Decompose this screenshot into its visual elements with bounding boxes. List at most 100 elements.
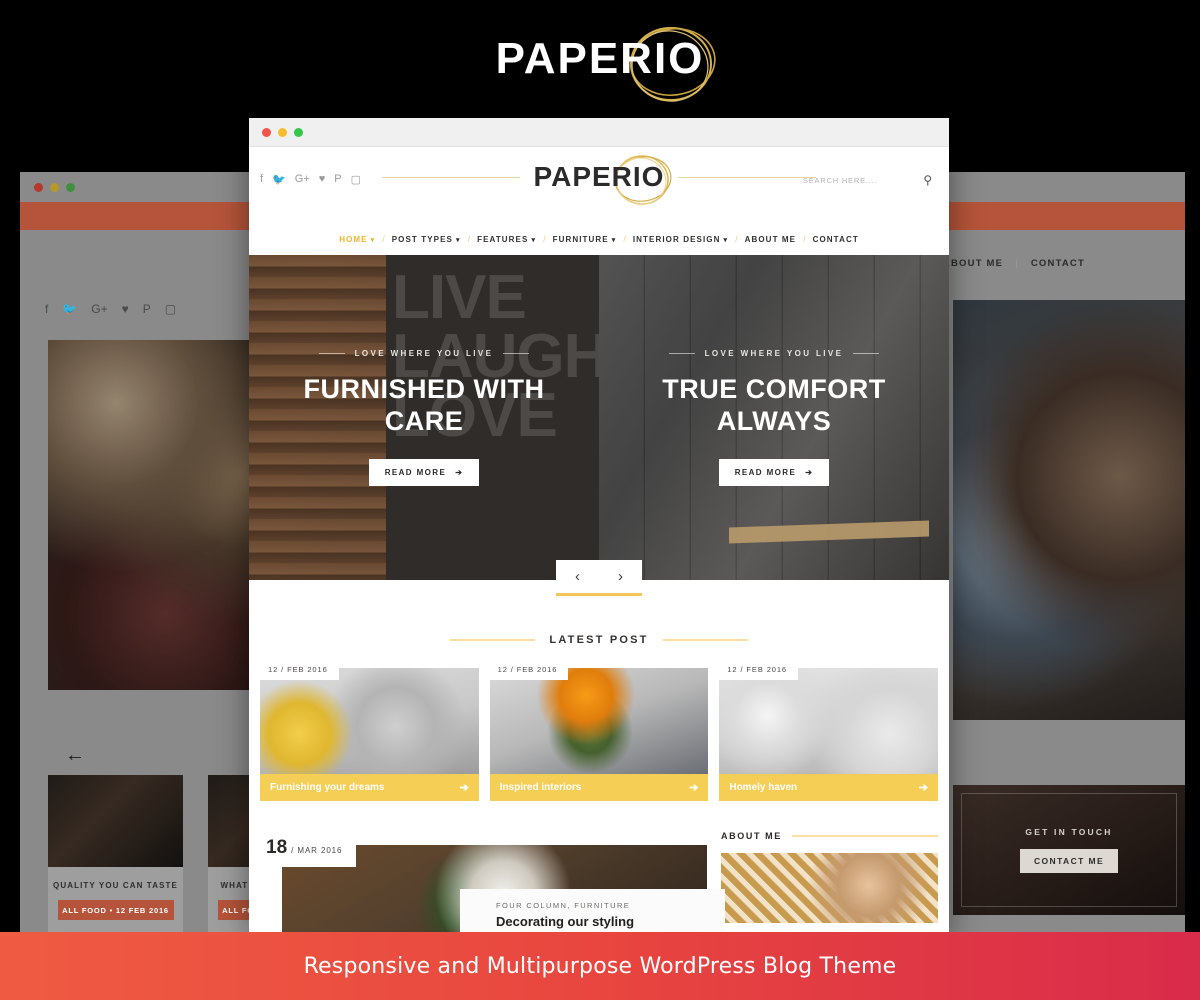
back-maximize-button[interactable] — [66, 182, 75, 192]
slide-title: FURNISHED WITH CARE — [303, 373, 545, 436]
back-minimize-button[interactable] — [50, 182, 59, 192]
post-card[interactable]: 12 / FEB 2016 Homely haven ➔ — [719, 659, 939, 801]
back-nav-right-group: | ABOUT ME | CONTACT — [927, 258, 1085, 269]
blog-post-date: 18 / MAR 2016 — [260, 831, 357, 867]
slide-content: LOVE WHERE YOU LIVE TRUE COMFORT ALWAYS … — [599, 255, 949, 580]
nav-label: HOME — [339, 234, 368, 244]
post-title: Inspired interiors — [499, 782, 582, 793]
nav-item-contact[interactable]: CONTACT — [806, 235, 866, 244]
back-nav-item-contact[interactable]: CONTACT — [1031, 258, 1085, 269]
slider-next-button[interactable]: › — [599, 560, 642, 596]
arrow-right-icon: ➔ — [689, 782, 699, 794]
slide-true-comfort-always[interactable]: LOVE WHERE YOU LIVE TRUE COMFORT ALWAYS … — [599, 255, 949, 580]
nav-item-post-types[interactable]: POST TYPES ▾ — [385, 235, 468, 244]
post-thumbnail — [260, 668, 479, 774]
post-title: Homely haven — [729, 782, 798, 793]
arrow-right-icon: ➔ — [459, 782, 469, 794]
pinterest-icon[interactable]: P — [143, 302, 151, 316]
slide-furnished-with-care[interactable]: LOVE WHERE YOU LIVE FURNISHED WITH CARE … — [249, 255, 599, 580]
minimize-button[interactable] — [278, 127, 287, 137]
heading-rule-left — [450, 639, 536, 641]
contact-me-button[interactable]: CONTACT ME — [1019, 849, 1119, 873]
search-box[interactable]: SEARCH HERE.... ⚲ — [803, 173, 933, 187]
post-card[interactable]: 12 / FEB 2016 Furnishing your dreams ➔ — [260, 659, 479, 801]
blog-post-title[interactable]: Decorating our styling — [496, 914, 725, 929]
nav-label: POST TYPES — [391, 234, 453, 244]
arrow-right-icon: ➔ — [805, 468, 814, 478]
hero-logo: PAPERIO — [495, 27, 717, 102]
chevron-down-icon: ▾ — [611, 236, 617, 244]
slide-eyebrow: LOVE WHERE YOU LIVE — [318, 348, 530, 358]
read-more-button[interactable]: READ MORE ➔ — [718, 459, 830, 487]
back-nav-item-about-me[interactable]: ABOUT ME — [943, 258, 1003, 269]
blog-post-day: 18 — [266, 837, 288, 858]
hero-logo-band: PAPERIO — [0, 0, 1200, 118]
slider-navigation: ‹ › — [556, 560, 642, 596]
instagram-icon[interactable]: ▢ — [165, 302, 176, 316]
about-me-photo — [721, 853, 938, 923]
blog-post-category[interactable]: FOUR COLUMN, FURNITURE — [496, 901, 725, 910]
back-post-card[interactable]: QUALITY YOU CAN TASTE ALL FOOD • 12 FEB … — [48, 775, 183, 932]
blog-post-overlay: FOUR COLUMN, FURNITURE Decorating our st… — [460, 889, 726, 933]
back-cafe-image — [953, 300, 1185, 720]
google-plus-icon[interactable]: G+ — [91, 302, 107, 316]
get-in-touch-label: GET IN TOUCH — [1025, 827, 1113, 837]
heart-icon[interactable]: ♥ — [122, 302, 129, 316]
nav-label: INTERIOR DESIGN — [632, 234, 721, 244]
post-caption[interactable]: Furnishing your dreams ➔ — [260, 774, 479, 801]
arrow-right-icon: ➔ — [918, 782, 929, 794]
nav-item-about-me[interactable]: ABOUT ME — [738, 235, 803, 244]
nav-item-home[interactable]: HOME ▾ — [332, 235, 382, 244]
read-more-label: READ MORE — [734, 468, 797, 478]
logo-rule-left — [381, 176, 520, 178]
post-caption[interactable]: Homely haven ➔ — [719, 774, 939, 801]
blog-post-month: / MAR 2016 — [291, 846, 343, 855]
hero-logo-text: PAPERIO — [495, 34, 705, 83]
chevron-down-icon: ▾ — [455, 236, 461, 244]
back-post-thumb — [48, 775, 183, 867]
back-prev-arrow-icon[interactable]: ← — [65, 745, 85, 765]
nav-item-interior-design[interactable]: INTERIOR DESIGN ▾ — [626, 235, 735, 244]
chevron-down-icon: ▾ — [370, 236, 376, 244]
chevron-down-icon: ▾ — [531, 236, 537, 244]
about-me-widget: ABOUT ME — [721, 831, 938, 933]
post-date: 12 / FEB 2016 — [719, 659, 798, 680]
post-title: Furnishing your dreams — [270, 782, 385, 793]
about-me-heading: ABOUT ME — [721, 831, 938, 841]
chevron-down-icon: ▾ — [723, 236, 729, 244]
search-icon[interactable]: ⚲ — [923, 173, 933, 187]
close-button[interactable] — [262, 127, 271, 137]
facebook-icon[interactable]: f — [45, 302, 48, 316]
back-post-caption: QUALITY YOU CAN TASTE — [53, 881, 178, 890]
back-close-button[interactable] — [34, 182, 43, 192]
slide-eyebrow: LOVE WHERE YOU LIVE — [668, 348, 880, 358]
post-card[interactable]: 12 / FEB 2016 Inspired interiors ➔ — [489, 659, 709, 801]
site-logo[interactable]: PAPERIO — [534, 155, 672, 205]
post-thumbnail — [719, 668, 939, 774]
read-more-button[interactable]: READ MORE ➔ — [368, 459, 480, 487]
blog-row: 18 / MAR 2016 FOUR COLUMN, FURNITURE Dec… — [249, 801, 949, 933]
logo-rule-right — [678, 176, 817, 178]
blog-featured-post[interactable]: 18 / MAR 2016 FOUR COLUMN, FURNITURE Dec… — [260, 831, 726, 933]
arrow-right-icon: ➔ — [455, 468, 464, 478]
nav-item-furniture[interactable]: FURNITURE ▾ — [546, 235, 624, 244]
bottom-banner: Responsive and Multipurpose WordPress Bl… — [0, 932, 1200, 1000]
twitter-icon[interactable]: 🐦 — [62, 302, 77, 316]
heading-rule-right — [662, 639, 748, 641]
nav-item-features[interactable]: FEATURES ▾ — [470, 235, 543, 244]
slide-content: LOVE WHERE YOU LIVE FURNISHED WITH CARE … — [249, 255, 599, 580]
back-social-icons: f 🐦 G+ ♥ P ▢ — [45, 302, 176, 316]
nav-label: FURNITURE — [552, 234, 609, 244]
post-caption[interactable]: Inspired interiors ➔ — [489, 774, 709, 801]
post-date: 12 / FEB 2016 — [260, 659, 339, 680]
front-window-titlebar — [249, 118, 949, 147]
banner-text: Responsive and Multipurpose WordPress Bl… — [303, 953, 897, 979]
search-input[interactable]: SEARCH HERE.... — [803, 176, 878, 185]
latest-post-grid: 12 / FEB 2016 Furnishing your dreams ➔ 1… — [249, 646, 949, 801]
foreground-browser-window: f 🐦 G+ ♥ P ▢ PAPERIO SEARCH HERE.... ⚲ H… — [249, 118, 949, 933]
nav-label: FEATURES — [477, 234, 529, 244]
maximize-button[interactable] — [294, 127, 303, 137]
slider-prev-button[interactable]: ‹ — [556, 560, 599, 596]
back-post-meta-button[interactable]: ALL FOOD • 12 FEB 2016 — [57, 900, 174, 920]
post-thumbnail — [489, 668, 709, 774]
